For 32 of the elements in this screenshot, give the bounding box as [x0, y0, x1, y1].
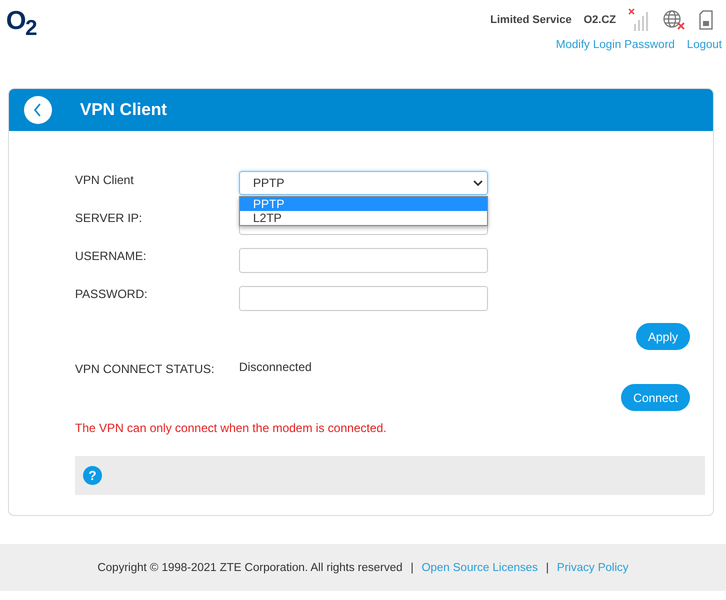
sim-card-icon: [698, 10, 714, 30]
header-link[interactable]: Logout: [686, 39, 722, 51]
warning-message: The VPN can only connect when the modem is connected.: [75, 421, 388, 435]
field-label: PASSWORD:: [75, 286, 148, 301]
no-signal-icon: [628, 8, 650, 32]
separator: |: [410, 562, 414, 574]
field-label: USERNAME:: [75, 248, 148, 263]
field-label: SERVER IP:: [75, 210, 144, 225]
chevron-down-icon: [473, 180, 483, 186]
connect-button[interactable]: Connect: [621, 384, 690, 411]
help-icon[interactable]: ?: [83, 466, 102, 485]
chevron-left-icon: [33, 102, 43, 118]
dropdown-option[interactable]: L2TP: [240, 211, 487, 225]
footer-link[interactable]: Privacy Policy: [556, 562, 628, 574]
footer-link[interactable]: Open Source Licenses: [422, 562, 538, 574]
separator: |: [546, 562, 549, 574]
logo: O$_{2}$: [6, 6, 36, 42]
status-label: VPN CONNECT STATUS:: [75, 361, 216, 376]
service-status: Limited Service: [490, 14, 572, 26]
input-field[interactable]: [239, 248, 488, 273]
carrier-name: O2.CZ: [584, 14, 616, 26]
globe-disconnected-icon: [662, 9, 686, 31]
field-label: VPN Client: [75, 172, 135, 187]
status-value: Disconnected: [239, 360, 312, 374]
panel-title: VPN Client: [80, 100, 167, 120]
vpn-client-select[interactable]: PPTP: [239, 171, 488, 195]
copyright-text: Copyright © 1998-2021 ZTE Corporation. All rights reserved: [97, 562, 403, 574]
input-field[interactable]: [239, 286, 488, 311]
apply-button[interactable]: Apply: [636, 323, 690, 350]
header-link[interactable]: Modify Login Password: [556, 39, 675, 51]
back-button[interactable]: [24, 96, 52, 124]
dropdown-option[interactable]: PPTP: [240, 197, 487, 211]
